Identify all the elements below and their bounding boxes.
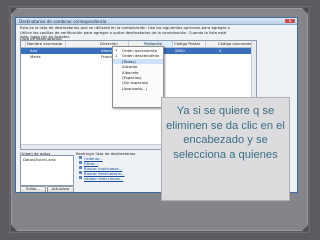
data-source-list[interactable]: Datos(Excel).xlsx [20,155,74,186]
edit-button[interactable]: Editar... [20,186,46,192]
menu-item-label: Orden ascendente [122,48,157,53]
link-label: Validar direcciones... [84,176,124,181]
column-header-codigo-postal[interactable]: Código Postal [173,41,206,47]
find-icon [79,171,82,174]
frame-corner [11,225,17,231]
menu-item-advanced[interactable]: (Avanzado...) [113,86,163,91]
validate-addresses-link[interactable]: Validar direcciones... [79,176,124,181]
data-source-item[interactable]: Datos(Excel).xlsx [23,157,56,162]
sort-icon [79,156,82,159]
cell-nombre: María [30,53,41,59]
filter-icon [79,161,82,164]
filter-dropdown-menu[interactable]: ↑ Orden ascendente ↓ Orden descendente (To… [112,46,164,108]
frame-corner [302,8,308,14]
column-header-codigo-alumnado[interactable]: Código alumnado [217,41,252,47]
validate-icon [79,176,82,179]
column-header-nombre[interactable]: Nombre alumnado [26,41,66,47]
dialog-titlebar: Destinatarios de combinar correspondenci… [16,18,297,25]
close-button[interactable]: x [285,18,295,23]
sort-descending-icon: ↓ [114,53,118,59]
annotation-callout: Ya si se quiere q se eliminen se da clic… [161,97,290,201]
frame-corner [302,225,308,231]
sort-ascending-icon: ↑ [114,48,118,53]
callout-text: Ya si se quiere q se eliminen se da clic… [166,105,285,161]
frame-corner [11,8,17,14]
slide-frame: Destinatarios de combinar correspondenci… [9,6,310,233]
duplicates-icon [79,166,82,169]
dialog-title: Destinatarios de combinar correspondenci… [19,18,107,24]
refresh-button[interactable]: Actualizar [47,186,74,192]
menu-item-label: Orden descendente [122,53,160,59]
